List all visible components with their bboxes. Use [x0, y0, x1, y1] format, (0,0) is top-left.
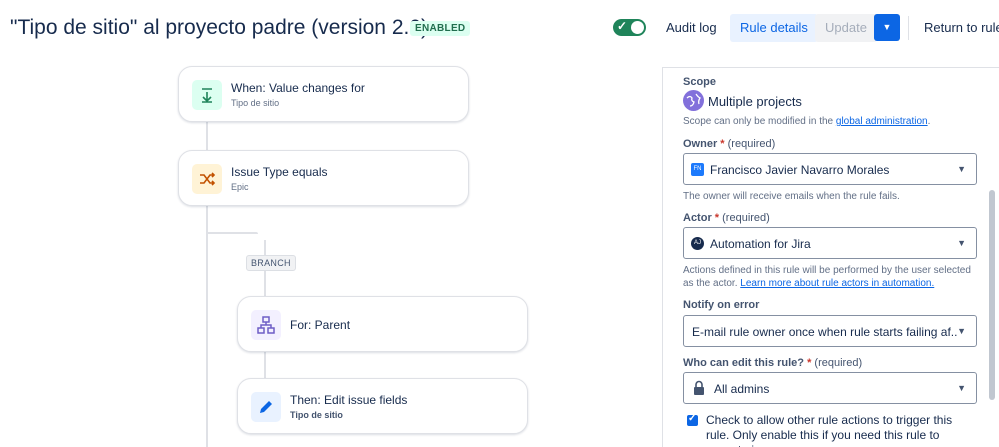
scope-label: Scope	[683, 76, 717, 88]
scope-help-text: Scope can only be modified in the	[683, 116, 834, 127]
required-text: (required)	[814, 357, 863, 369]
trigger-down-arrow-icon	[192, 80, 222, 110]
edit-permission-select[interactable]: All admins ▼	[683, 372, 977, 404]
panel-scrollbar[interactable]	[989, 190, 995, 400]
owner-value: Francisco Javier Navarro Morales	[710, 163, 890, 177]
allow-trigger-checkbox[interactable]: ✓	[687, 413, 698, 426]
action-card[interactable]: Then: Edit issue fields Tipo de sitio	[237, 378, 528, 434]
branch-connector	[208, 232, 258, 234]
trigger-title: When: Value changes for	[231, 81, 365, 95]
audit-log-button[interactable]: Audit log	[656, 14, 727, 42]
rule-details-panel: Scope Multiple projects Scope can only b…	[662, 67, 999, 447]
connector-line	[206, 206, 208, 447]
edit-label-text: Who can edit this rule?	[683, 357, 805, 369]
return-to-rules-button[interactable]: Return to rules	[914, 14, 999, 42]
chevron-down-icon: ▼	[957, 326, 966, 336]
globe-icon	[683, 90, 704, 111]
owner-help: The owner will receive emails when the r…	[683, 191, 900, 202]
chevron-down-icon: ▼	[957, 164, 966, 174]
update-options-button[interactable]: ▼	[874, 14, 900, 41]
lock-icon	[693, 380, 705, 401]
condition-title: Issue Type equals	[231, 165, 328, 179]
connector-line	[206, 122, 208, 150]
notify-select[interactable]: E-mail rule owner once when rule starts …	[683, 315, 977, 347]
action-title: Then: Edit issue fields	[290, 393, 408, 407]
branch-title: For: Parent	[290, 318, 351, 332]
edit-permission-label: Who can edit this rule? * (required)	[683, 357, 862, 369]
required-asterisk: *	[711, 212, 720, 224]
branch-connector	[264, 352, 266, 378]
hierarchy-icon	[251, 310, 281, 340]
trigger-subtitle: Tipo de sitio	[231, 98, 280, 108]
condition-card[interactable]: Issue Type equals Epic	[178, 150, 469, 206]
rule-title: "Tipo de sitio" al proyecto padre (versi…	[10, 16, 429, 39]
chevron-down-icon: ▼	[882, 22, 892, 32]
allow-trigger-text: Check to allow other rule actions to tri…	[706, 413, 953, 447]
owner-select[interactable]: FN Francisco Javier Navarro Morales ▼	[683, 153, 977, 185]
rule-canvas: When: Value changes for Tipo de sitio Is…	[0, 56, 640, 447]
trigger-card[interactable]: When: Value changes for Tipo de sitio	[178, 66, 469, 122]
scope-help: Scope can only be modified in the global…	[683, 116, 931, 127]
pencil-icon	[251, 392, 281, 422]
condition-subtitle: Epic	[231, 182, 249, 192]
required-asterisk: *	[717, 138, 725, 150]
actor-value: Automation for Jira	[710, 237, 811, 251]
actor-select[interactable]: AJ Automation for Jira ▼	[683, 227, 977, 259]
edit-permission-value: All admins	[714, 382, 770, 396]
rule-actors-link[interactable]: Learn more about rule actors in automati…	[740, 278, 934, 289]
rule-header: "Tipo de sitio" al proyecto padre (versi…	[0, 0, 999, 56]
check-icon: ✓	[688, 413, 697, 424]
rule-details-button[interactable]: Rule details	[730, 14, 818, 42]
notify-label: Notify on error	[683, 299, 760, 311]
chevron-down-icon: ▼	[957, 383, 966, 393]
owner-avatar: FN	[691, 163, 704, 176]
required-asterisk: *	[804, 357, 812, 369]
actor-avatar: AJ	[691, 237, 704, 250]
owner-label: Owner * (required)	[683, 138, 775, 150]
global-administration-link[interactable]: global administration	[836, 116, 928, 127]
status-badge: ENABLED	[410, 21, 471, 36]
actor-label-text: Actor	[683, 212, 712, 224]
actor-help: Actions defined in this rule will be per…	[683, 264, 973, 290]
check-icon: ✓	[617, 19, 628, 33]
branch-card[interactable]: For: Parent	[237, 296, 528, 352]
required-text: (required)	[722, 212, 770, 224]
owner-label-text: Owner	[683, 138, 718, 150]
branch-label: BRANCH	[246, 255, 296, 271]
required-text: (required)	[727, 138, 776, 150]
notify-value: E-mail rule owner once when rule starts …	[692, 325, 957, 339]
scope-value: Multiple projects	[708, 94, 802, 109]
chevron-down-icon: ▼	[957, 238, 966, 248]
update-button[interactable]: Update	[815, 14, 877, 42]
shuffle-icon	[192, 164, 222, 194]
header-divider	[908, 16, 909, 40]
toggle-knob	[631, 21, 644, 34]
actor-label: Actor * (required)	[683, 212, 770, 224]
rule-enabled-toggle[interactable]: ✓	[613, 19, 646, 36]
action-subtitle: Tipo de sitio	[290, 410, 343, 420]
